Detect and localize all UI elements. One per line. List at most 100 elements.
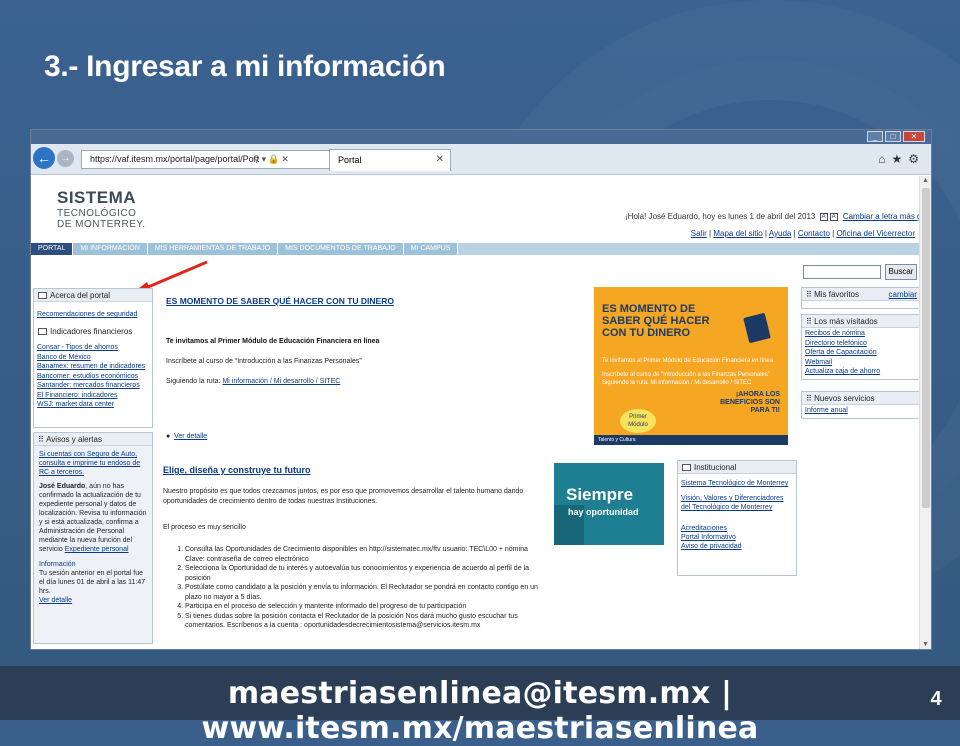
link-mapa[interactable]: Mapa del sitio xyxy=(713,229,762,238)
aviso-text: , aún no has confirmado la actualización… xyxy=(39,483,147,553)
scrollbar-thumb[interactable] xyxy=(922,188,930,508)
link-ayuda[interactable]: Ayuda xyxy=(769,229,792,238)
indicadores-list: Consar - Tipos de ahorros Banco de Méxic… xyxy=(34,338,152,410)
browser-tool-icons[interactable]: ⌂★⚙ xyxy=(878,152,925,166)
tab-mi-informacion[interactable]: MI INFORMACIÓN xyxy=(73,243,148,255)
logo: SISTEMA TECNOLÓGICO DE MONTERREY. xyxy=(57,188,146,230)
utility-links: Salir | Mapa del sitio | Ayuda | Contact… xyxy=(690,229,915,238)
link-ruta[interactable]: Mi información / Mi desarrollo / SITEC xyxy=(222,378,340,385)
forward-button[interactable]: → xyxy=(57,150,74,167)
tab-mi-campus[interactable]: MI CAMPUS xyxy=(403,243,459,255)
link-seguro-auto[interactable]: Si cuentas con Seguro de Auto, consulta … xyxy=(39,450,147,477)
logo-line3: DE MONTERREY. xyxy=(57,219,146,230)
banner1-module: Primer Módulo xyxy=(620,409,656,433)
visitados-header: ⠿ Los más visitados xyxy=(802,315,919,328)
main-nav: PORTAL MI INFORMACIÓN MIS HERRAMIENTAS D… xyxy=(31,243,931,255)
calculator-icon xyxy=(743,312,771,344)
banner-educacion-financiera[interactable]: ES MOMENTO DE SABER QUÉ HACER CON TU DIN… xyxy=(594,287,788,445)
scroll-up-icon[interactable]: ▲ xyxy=(922,177,929,184)
tab-label: Portal xyxy=(338,155,362,165)
institucional-title: Institucional xyxy=(694,463,737,472)
step-item: Si tienes dudas sobre la posición contac… xyxy=(185,612,548,631)
link-financiero[interactable]: El Financiero: indicadores xyxy=(37,391,149,401)
p-inscribete: Inscríbete al curso de “Introducción a l… xyxy=(166,358,362,365)
acerca-header: Acerca del portal xyxy=(34,289,152,302)
banner2-sub: hay oportunidad xyxy=(568,507,639,517)
link-acreditaciones[interactable]: Acreditaciones xyxy=(681,524,793,533)
tab-close-icon[interactable]: ✕ xyxy=(436,150,444,170)
page-content: SISTEMA TECNOLÓGICO DE MONTERREY. ¡Hola!… xyxy=(31,176,931,649)
font-smaller-icon[interactable]: A xyxy=(819,212,828,221)
box-icon xyxy=(38,292,47,300)
minimize-icon[interactable]: _ xyxy=(867,131,883,142)
link-consar[interactable]: Consar - Tipos de ahorros xyxy=(37,343,149,353)
tab-portal-nav[interactable]: PORTAL xyxy=(31,243,74,255)
link-vicerrector[interactable]: Oficina del Vicerrector xyxy=(836,229,915,238)
link-salir[interactable]: Salir xyxy=(691,229,707,238)
vertical-scrollbar[interactable]: ▲ ▼ xyxy=(919,176,931,649)
p-invitamos: Te invitamos al Primer Módulo de Educaci… xyxy=(166,338,380,345)
link-directorio[interactable]: Directorio telefónico xyxy=(805,339,916,349)
favoritos-header: ⠿ Mis favoritos cambiar xyxy=(802,288,919,301)
p-proposito: Nuestro propósito es que todos crezcamos… xyxy=(163,488,524,505)
info-title: Información xyxy=(39,561,76,568)
avisos-title: Avisos y alertas xyxy=(46,435,102,444)
link-informe-anual[interactable]: Informe anual xyxy=(805,406,916,416)
link-banxico[interactable]: Banco de México xyxy=(37,353,149,363)
institucional-header: Institucional xyxy=(678,461,796,474)
nuevos-title: Nuevos servicios xyxy=(814,394,875,403)
font-larger-icon[interactable]: A xyxy=(829,212,838,221)
close-icon[interactable]: ✕ xyxy=(903,131,925,142)
link-contacto[interactable]: Contacto xyxy=(798,229,830,238)
search-input[interactable] xyxy=(803,265,881,279)
link-vision[interactable]: Visión, Valores y Diferenciadores del Te… xyxy=(681,494,793,512)
heading-futuro[interactable]: Elige, diseña y construye tu futuro xyxy=(163,465,311,475)
banner1-right: ¡AHORA LOS BENEFICIOS SON PARA TI! xyxy=(720,391,780,414)
slide-title: 3.- Ingresar a mi información xyxy=(44,50,446,83)
link-capacitacion[interactable]: Oferta de Capacitación xyxy=(805,348,916,358)
maximize-icon[interactable]: □ xyxy=(885,131,901,142)
link-portal-informativo[interactable]: Portal Informativo xyxy=(681,533,793,542)
nuevos-header: ⠿ Nuevos servicios xyxy=(802,392,919,405)
address-bar-icons[interactable]: ⚲▾🔒✕ xyxy=(253,150,291,169)
heading-dinero[interactable]: ES MOMENTO DE SABER QUÉ HACER CON TU DIN… xyxy=(166,296,394,306)
step-item: Postúlate como candidato a la posición y… xyxy=(185,583,548,602)
search-button[interactable]: Buscar xyxy=(885,264,917,280)
scroll-down-icon[interactable]: ▼ xyxy=(922,641,929,648)
banner-siempre[interactable]: Siempre hay oportunidad xyxy=(554,463,664,545)
link-wsj[interactable]: WSJ: market data center xyxy=(37,400,149,410)
tab-mis-herramientas[interactable]: MIS HERRAMIENTAS DE TRABAJO xyxy=(147,243,279,255)
link-webmail[interactable]: Webmail xyxy=(805,358,916,368)
nuevos-box: ⠿ Nuevos servicios Informe anual xyxy=(801,391,920,419)
p-proceso: El proceso es muy sencillo xyxy=(163,524,246,531)
link-banamex[interactable]: Banamex: resumen de indicadores xyxy=(37,362,149,372)
link-aviso-privacidad[interactable]: Aviso de privacidad xyxy=(681,542,793,551)
link-recibos[interactable]: Recibos de nómina xyxy=(805,329,916,339)
ruta-prefix: Siguiendo la ruta: xyxy=(166,378,223,385)
link-seguridad[interactable]: Recomendaciones de seguridad xyxy=(37,310,149,319)
banner2-title: Siempre xyxy=(566,485,634,504)
tab-mis-documentos[interactable]: MIS DOCUMENTOS DE TRABAJO xyxy=(278,243,404,255)
link-expediente[interactable]: Expediente personal xyxy=(65,546,129,553)
logo-line2: TECNOLÓGICO xyxy=(57,208,137,219)
link-caja-ahorro[interactable]: Actualiza caja de ahorro xyxy=(805,367,916,377)
banner1-footer: Talento y Cultura xyxy=(594,435,788,445)
address-bar[interactable]: https://vaf.itesm.mx/portal/page/portal/… xyxy=(81,150,349,169)
visitados-list: Recibos de nómina Directorio telefónico … xyxy=(802,328,919,378)
back-button[interactable]: ← xyxy=(33,147,55,169)
visitados-box: ⠿ Los más visitados Recibos de nómina Di… xyxy=(801,314,920,380)
tab-portal[interactable]: Portal ✕ xyxy=(329,149,451,171)
aviso-expediente: José Eduardo, aún no has confirmado la a… xyxy=(39,482,147,554)
steps-list: Consulta las Oportunidades de Crecimient… xyxy=(173,545,548,631)
link-ver-detalle-info[interactable]: Ver detalle xyxy=(39,597,72,604)
step-item: Selecciona la Oportunidad de tu interés … xyxy=(185,564,548,583)
link-ver-detalle[interactable]: Ver detalle xyxy=(174,433,207,440)
acerca-title: Acerca del portal xyxy=(50,291,111,300)
indicadores-title: Indicadores financieros xyxy=(50,327,133,336)
link-bancomer[interactable]: Bancomer: estudios económicos xyxy=(37,372,149,382)
favoritos-cambiar[interactable]: cambiar xyxy=(889,288,917,301)
title-bar: _ □ ✕ xyxy=(31,130,931,144)
banner1-sub: Te invitamos al Primer Módulo de Educaci… xyxy=(602,357,782,387)
link-sistema-tec[interactable]: Sistema Tecnológico de Monterrey xyxy=(681,479,793,488)
link-santander[interactable]: Santander: mercados financieros xyxy=(37,381,149,391)
